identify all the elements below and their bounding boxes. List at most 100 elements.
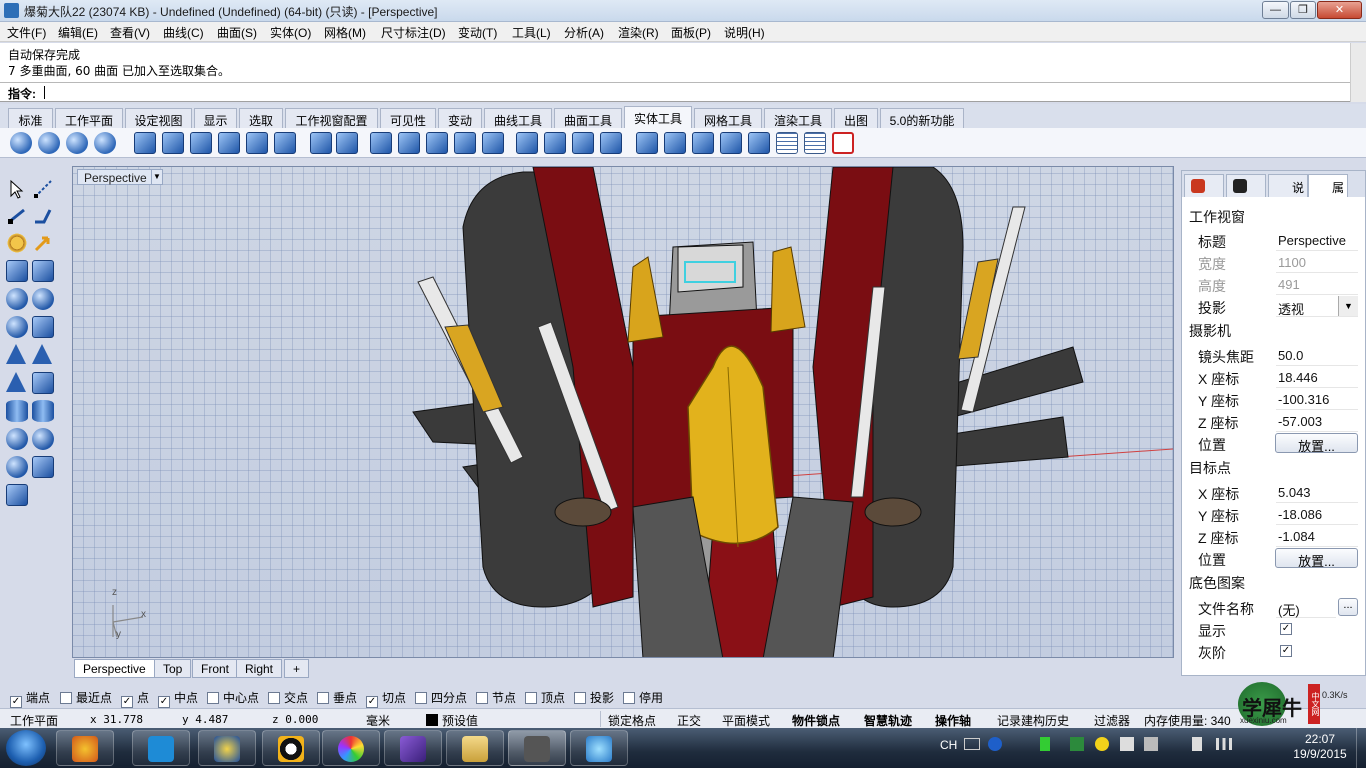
show-desktop-button[interactable]	[1356, 728, 1366, 768]
osnap-end[interactable]: ✓ 端点	[10, 689, 50, 708]
osnap-checkbox[interactable]	[476, 692, 488, 704]
tab-render-tools[interactable]: 渲染工具	[764, 108, 832, 128]
boolean-difference-icon[interactable]	[38, 132, 60, 154]
tab-visibility[interactable]: 可见性	[380, 108, 436, 128]
cap-planar-holes-icon[interactable]	[134, 132, 156, 154]
surface-icon[interactable]	[6, 260, 28, 282]
line-icon[interactable]	[6, 204, 28, 226]
split-face-icon[interactable]	[482, 132, 504, 154]
windows-start-button[interactable]	[6, 730, 46, 766]
osnap-checkbox[interactable]	[574, 692, 586, 704]
maximize-button[interactable]: ❐	[1290, 1, 1316, 19]
select-arrow-icon[interactable]	[6, 178, 28, 200]
close-button[interactable]: ✕	[1317, 1, 1362, 19]
camera-y-field[interactable]: -100.316	[1276, 389, 1358, 410]
osnap-checkbox[interactable]: ✓	[158, 696, 170, 708]
wedge-icon[interactable]	[32, 372, 54, 394]
ortho-toggle[interactable]: 正交	[677, 712, 701, 729]
viewport-title[interactable]: Perspective	[77, 169, 154, 185]
tab-mesh-tools[interactable]: 网格工具	[694, 108, 762, 128]
menu-view[interactable]: 查看(V)	[110, 24, 150, 41]
move-face-icon[interactable]	[370, 132, 392, 154]
delete-object-icon[interactable]	[832, 132, 854, 154]
camera-place-button[interactable]: 放置...	[1275, 433, 1358, 454]
osnap-checkbox[interactable]	[525, 692, 537, 704]
panel-tab-display[interactable]	[1226, 174, 1266, 197]
mesh-icon[interactable]	[6, 484, 28, 506]
osnap-near[interactable]: 最近点	[60, 689, 112, 706]
merge-all-faces-icon[interactable]	[664, 132, 686, 154]
tab-perspective[interactable]: Perspective	[74, 659, 155, 678]
history-scrollbar[interactable]	[1350, 43, 1366, 83]
smarttrack-toggle[interactable]: 智慧轨迹	[864, 712, 912, 729]
pipe-icon[interactable]	[32, 428, 54, 450]
help-icon[interactable]	[988, 737, 1002, 751]
osnap-checkbox[interactable]	[207, 692, 219, 704]
osnap-toggle[interactable]: 物件锁点	[792, 712, 840, 729]
filter-button[interactable]: 过滤器	[1094, 712, 1130, 729]
merge-faces-icon[interactable]	[636, 132, 658, 154]
security-shield-icon[interactable]	[1070, 737, 1084, 751]
move-edge-icon[interactable]	[454, 132, 476, 154]
settings-gear-icon[interactable]	[6, 232, 28, 254]
osnap-checkbox[interactable]	[317, 692, 329, 704]
osnap-checkbox[interactable]: ✓	[366, 696, 378, 708]
solid-edit-icon[interactable]	[336, 132, 358, 154]
osnap-quad[interactable]: 四分点	[415, 689, 467, 706]
target-x-field[interactable]: 5.043	[1276, 482, 1358, 503]
tab-new-in-v5[interactable]: 5.0的新功能	[880, 108, 964, 128]
tab-solid-tools[interactable]: 实体工具	[624, 106, 692, 128]
tab-right[interactable]: Right	[236, 659, 283, 678]
language-indicator[interactable]: CH	[940, 738, 957, 752]
panel-tab-properties[interactable]: 属	[1308, 174, 1348, 197]
perspective-viewport[interactable]: Perspective ▼ z x y	[72, 166, 1174, 658]
add-viewport-tab-icon[interactable]: +	[284, 659, 310, 678]
solid-box-icon[interactable]	[310, 132, 332, 154]
taskbar-app[interactable]	[56, 730, 114, 766]
rotate-hole-icon[interactable]	[600, 132, 622, 154]
move-face-to-boundary-icon[interactable]	[398, 132, 420, 154]
record-history-toggle[interactable]: 记录建构历史	[997, 712, 1069, 729]
shield-icon[interactable]	[32, 316, 54, 338]
taskbar-app[interactable]	[322, 730, 380, 766]
tab-viewport-layout[interactable]: 工作视窗配置	[285, 108, 378, 128]
cone-icon[interactable]	[6, 344, 26, 364]
command-scrollbar[interactable]	[1350, 83, 1366, 102]
clock[interactable]: 22:07 19/9/2015	[1290, 732, 1350, 762]
tab-top[interactable]: Top	[154, 659, 192, 678]
ellipsoid-icon[interactable]	[6, 316, 28, 338]
menu-tools[interactable]: 工具(L)	[512, 24, 551, 41]
command-line[interactable]: 指令:	[0, 83, 1366, 102]
cplane-status[interactable]: 工作平面	[10, 712, 58, 729]
tab-front[interactable]: Front	[192, 659, 239, 678]
menu-surface[interactable]: 曲面(S)	[217, 24, 257, 41]
panel-tab-material[interactable]	[1184, 174, 1224, 197]
polyline-icon[interactable]	[32, 204, 54, 226]
osnap-tangent[interactable]: ✓ 切点	[366, 689, 406, 708]
revolve-icon[interactable]	[6, 456, 28, 478]
osnap-intersection[interactable]: 交点	[268, 689, 308, 706]
tab-cplanes[interactable]: 工作平面	[55, 108, 123, 128]
target-y-field[interactable]: -18.086	[1276, 504, 1358, 525]
truncated-cone-icon[interactable]	[32, 344, 52, 364]
add-icon[interactable]	[1095, 737, 1109, 751]
boolean-split-icon[interactable]	[94, 132, 116, 154]
title-field[interactable]: Perspective	[1276, 230, 1358, 251]
menu-render[interactable]: 渲染(R)	[618, 24, 659, 41]
camera-z-field[interactable]: -57.003	[1276, 411, 1358, 432]
surface-edit-icon[interactable]	[32, 260, 54, 282]
osnap-checkbox[interactable]	[268, 692, 280, 704]
taskbar-app[interactable]	[570, 730, 628, 766]
osnap-center[interactable]: 中心点	[207, 689, 259, 706]
chamfer-edge-icon[interactable]	[218, 132, 240, 154]
network-signal-icon[interactable]	[1216, 738, 1232, 750]
layer-status[interactable]: 预设值	[442, 712, 478, 729]
focal-length-field[interactable]: 50.0	[1276, 345, 1358, 366]
extrude-face-icon[interactable]	[426, 132, 448, 154]
browse-file-button[interactable]: ...	[1338, 598, 1358, 616]
camera-x-field[interactable]: 18.446	[1276, 367, 1358, 388]
grayscale-checkbox[interactable]: ✓	[1280, 645, 1292, 657]
menu-dimension[interactable]: 尺寸标注(D)	[381, 24, 446, 41]
make-periodic-icon[interactable]	[720, 132, 742, 154]
tab-curve-tools[interactable]: 曲线工具	[484, 108, 552, 128]
